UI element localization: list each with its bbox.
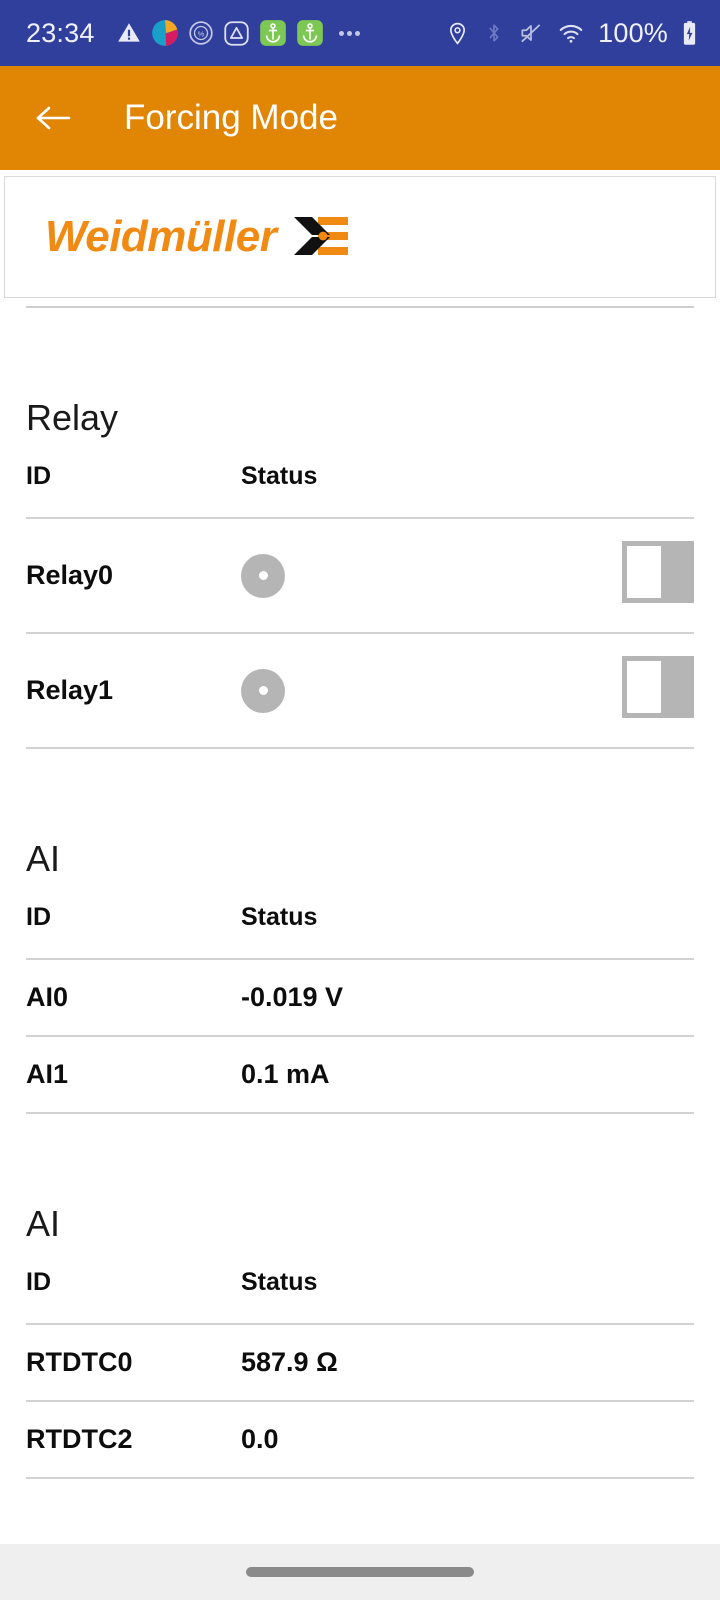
column-header-id: ID — [26, 903, 51, 931]
relay-status-cell — [241, 632, 564, 749]
rtdtc-status-cell: 587.9 Ω — [241, 1323, 694, 1401]
relay-table: ID Status Relay0 Relay1 — [26, 462, 694, 749]
volume-muted-icon — [521, 24, 541, 43]
column-header-status: Status — [241, 1268, 318, 1296]
relay-control-cell — [564, 517, 694, 633]
column-header-control — [564, 462, 694, 518]
section-ai-rtdtc: AI ID Status RTDTC0 587.9 Ω RTDTC2 0.0 — [0, 1206, 720, 1479]
section-title-ai: AI — [26, 838, 61, 879]
location-pin-icon — [450, 22, 466, 45]
table-row: Relay1 — [26, 632, 694, 749]
relay-id-cell: Relay0 — [26, 517, 241, 633]
bluetooth-icon — [489, 24, 499, 42]
brand-name-label: Weidmüller — [45, 212, 277, 261]
back-button[interactable] — [28, 92, 80, 144]
page-title: Forcing Mode — [124, 98, 338, 137]
back-arrow-icon — [36, 106, 71, 130]
relay-status-cell — [241, 517, 564, 633]
toggle-knob — [627, 661, 661, 713]
status-bar-clock: 23:34 — [26, 17, 95, 48]
section-ai: AI ID Status AI0 -0.019 V AI1 0.1 mA — [0, 841, 720, 1114]
column-header-id: ID — [26, 1268, 51, 1296]
table-row: Relay0 — [26, 517, 694, 633]
brand-logo-card: Weidmüller — [4, 176, 716, 298]
relay-status-indicator-icon — [241, 553, 285, 598]
section-relay: Relay ID Status Relay0 Relay1 — [0, 400, 720, 749]
ai-table: ID Status AI0 -0.019 V AI1 0.1 mA — [26, 903, 694, 1114]
system-navigation-bar — [0, 1544, 720, 1600]
table-header-row: ID Status — [26, 462, 694, 518]
relay-status-indicator-icon — [241, 668, 285, 713]
rtdtc-id-cell: RTDTC0 — [26, 1323, 241, 1401]
gesture-handle[interactable] — [246, 1567, 474, 1577]
brand-logo: Weidmüller — [45, 212, 350, 262]
toggle-knob — [627, 546, 661, 598]
status-bar: 23:34 % 100% — [0, 0, 720, 66]
rtdtc-table: ID Status RTDTC0 587.9 Ω RTDTC2 0.0 — [26, 1268, 694, 1479]
relay-toggle-switch[interactable] — [622, 656, 694, 718]
status-bar-right: 100% — [445, 18, 698, 49]
table-row: RTDTC0 587.9 Ω — [26, 1323, 694, 1401]
app-logo-colored-icon — [151, 20, 178, 46]
warning-triangle-icon — [117, 23, 140, 42]
relay-toggle-switch[interactable] — [622, 541, 694, 603]
anchor-badge-icon — [296, 20, 323, 46]
rtdtc-id-cell: RTDTC2 — [26, 1400, 241, 1479]
app-bar: Forcing Mode — [0, 66, 720, 170]
table-row: RTDTC2 0.0 — [26, 1400, 694, 1479]
rtdtc-status-cell: 0.0 — [241, 1400, 694, 1479]
table-row: AI0 -0.019 V — [26, 958, 694, 1036]
ai-status-cell: 0.1 mA — [241, 1035, 694, 1114]
triangle-badge-icon — [223, 20, 249, 46]
column-header-status: Status — [241, 903, 318, 931]
relay-id-cell: Relay1 — [26, 632, 241, 749]
battery-charging-icon — [683, 20, 696, 45]
status-bar-left: 23:34 % — [26, 18, 445, 49]
section-title-relay: Relay — [26, 397, 119, 438]
more-dots-icon — [338, 30, 360, 36]
column-header-id: ID — [26, 462, 51, 490]
battery-percent-label: 100% — [598, 17, 668, 48]
ai-status-cell: -0.019 V — [241, 958, 694, 1036]
wifi-icon — [559, 24, 583, 43]
table-header-row: ID Status — [26, 1268, 694, 1324]
section-title-ai-rtdtc: AI — [26, 1203, 61, 1244]
ai-id-cell: AI1 — [26, 1035, 241, 1114]
ai-id-cell: AI0 — [26, 958, 241, 1036]
anchor-badge-icon — [259, 20, 286, 46]
table-row: AI1 0.1 mA — [26, 1035, 694, 1114]
table-header-row: ID Status — [26, 903, 694, 959]
app-screen: 23:34 % 100% Forcing Mode Weidmüller Rel… — [0, 0, 720, 1600]
relay-control-cell — [564, 632, 694, 749]
content-area: Relay ID Status Relay0 Relay1 AI ID Stat… — [0, 298, 720, 1544]
column-header-status: Status — [241, 462, 318, 490]
weidmueller-mark-icon — [294, 217, 349, 255]
battery-saver-percent-icon: % — [188, 21, 213, 45]
svg-text:%: % — [197, 29, 204, 38]
